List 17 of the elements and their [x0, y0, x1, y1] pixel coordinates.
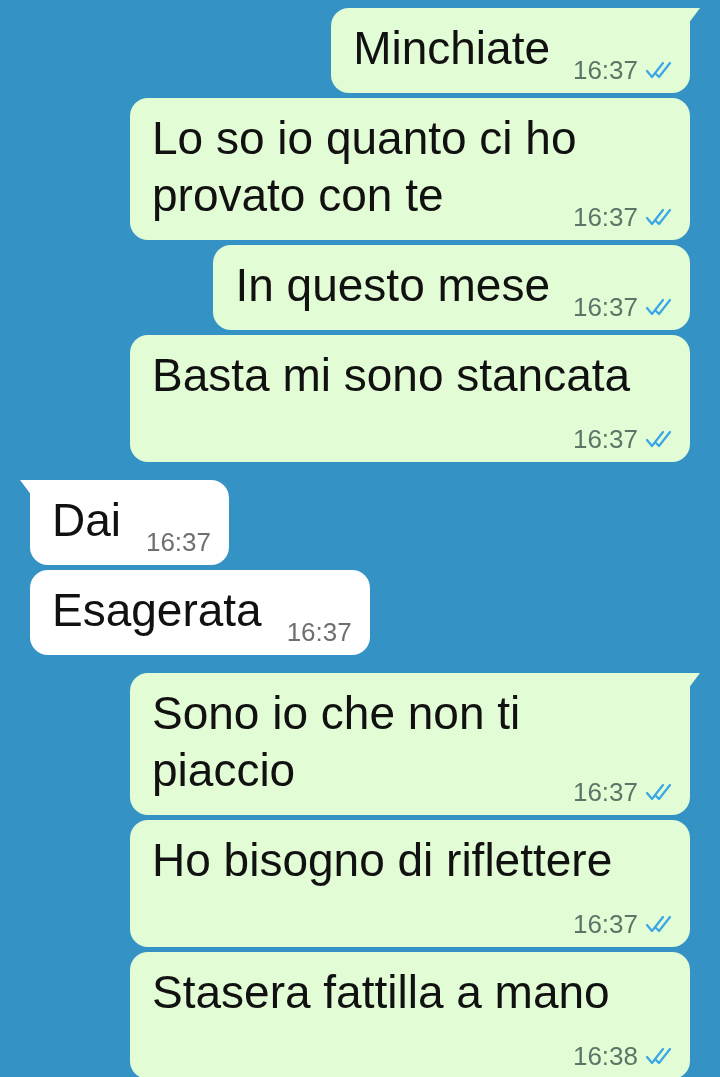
message-time: 16:37 — [572, 55, 638, 85]
message-text: Minchiate — [353, 22, 550, 74]
message-time: 16:37 — [145, 527, 212, 557]
message-time: 16:37 — [286, 617, 352, 647]
message-time: 16:37 — [572, 424, 638, 454]
message-time: 16:37 — [572, 777, 638, 807]
message-text: In questo mese — [235, 259, 550, 311]
message-text: Ho bisogno di riflettere — [152, 834, 613, 886]
message-time: 16:37 — [572, 909, 638, 939]
message-time: 16:38 — [572, 1041, 638, 1071]
message-time: 16:37 — [572, 292, 638, 322]
message-text: Esagerata — [52, 584, 262, 636]
message-text: Sono io che non ti piaccio — [152, 687, 521, 796]
message-text: Basta mi sono stancata — [152, 349, 631, 401]
message-text: Stasera fattilla a mano — [152, 966, 610, 1018]
message-text: Dai — [52, 494, 122, 546]
message-time: 16:37 — [572, 202, 638, 232]
